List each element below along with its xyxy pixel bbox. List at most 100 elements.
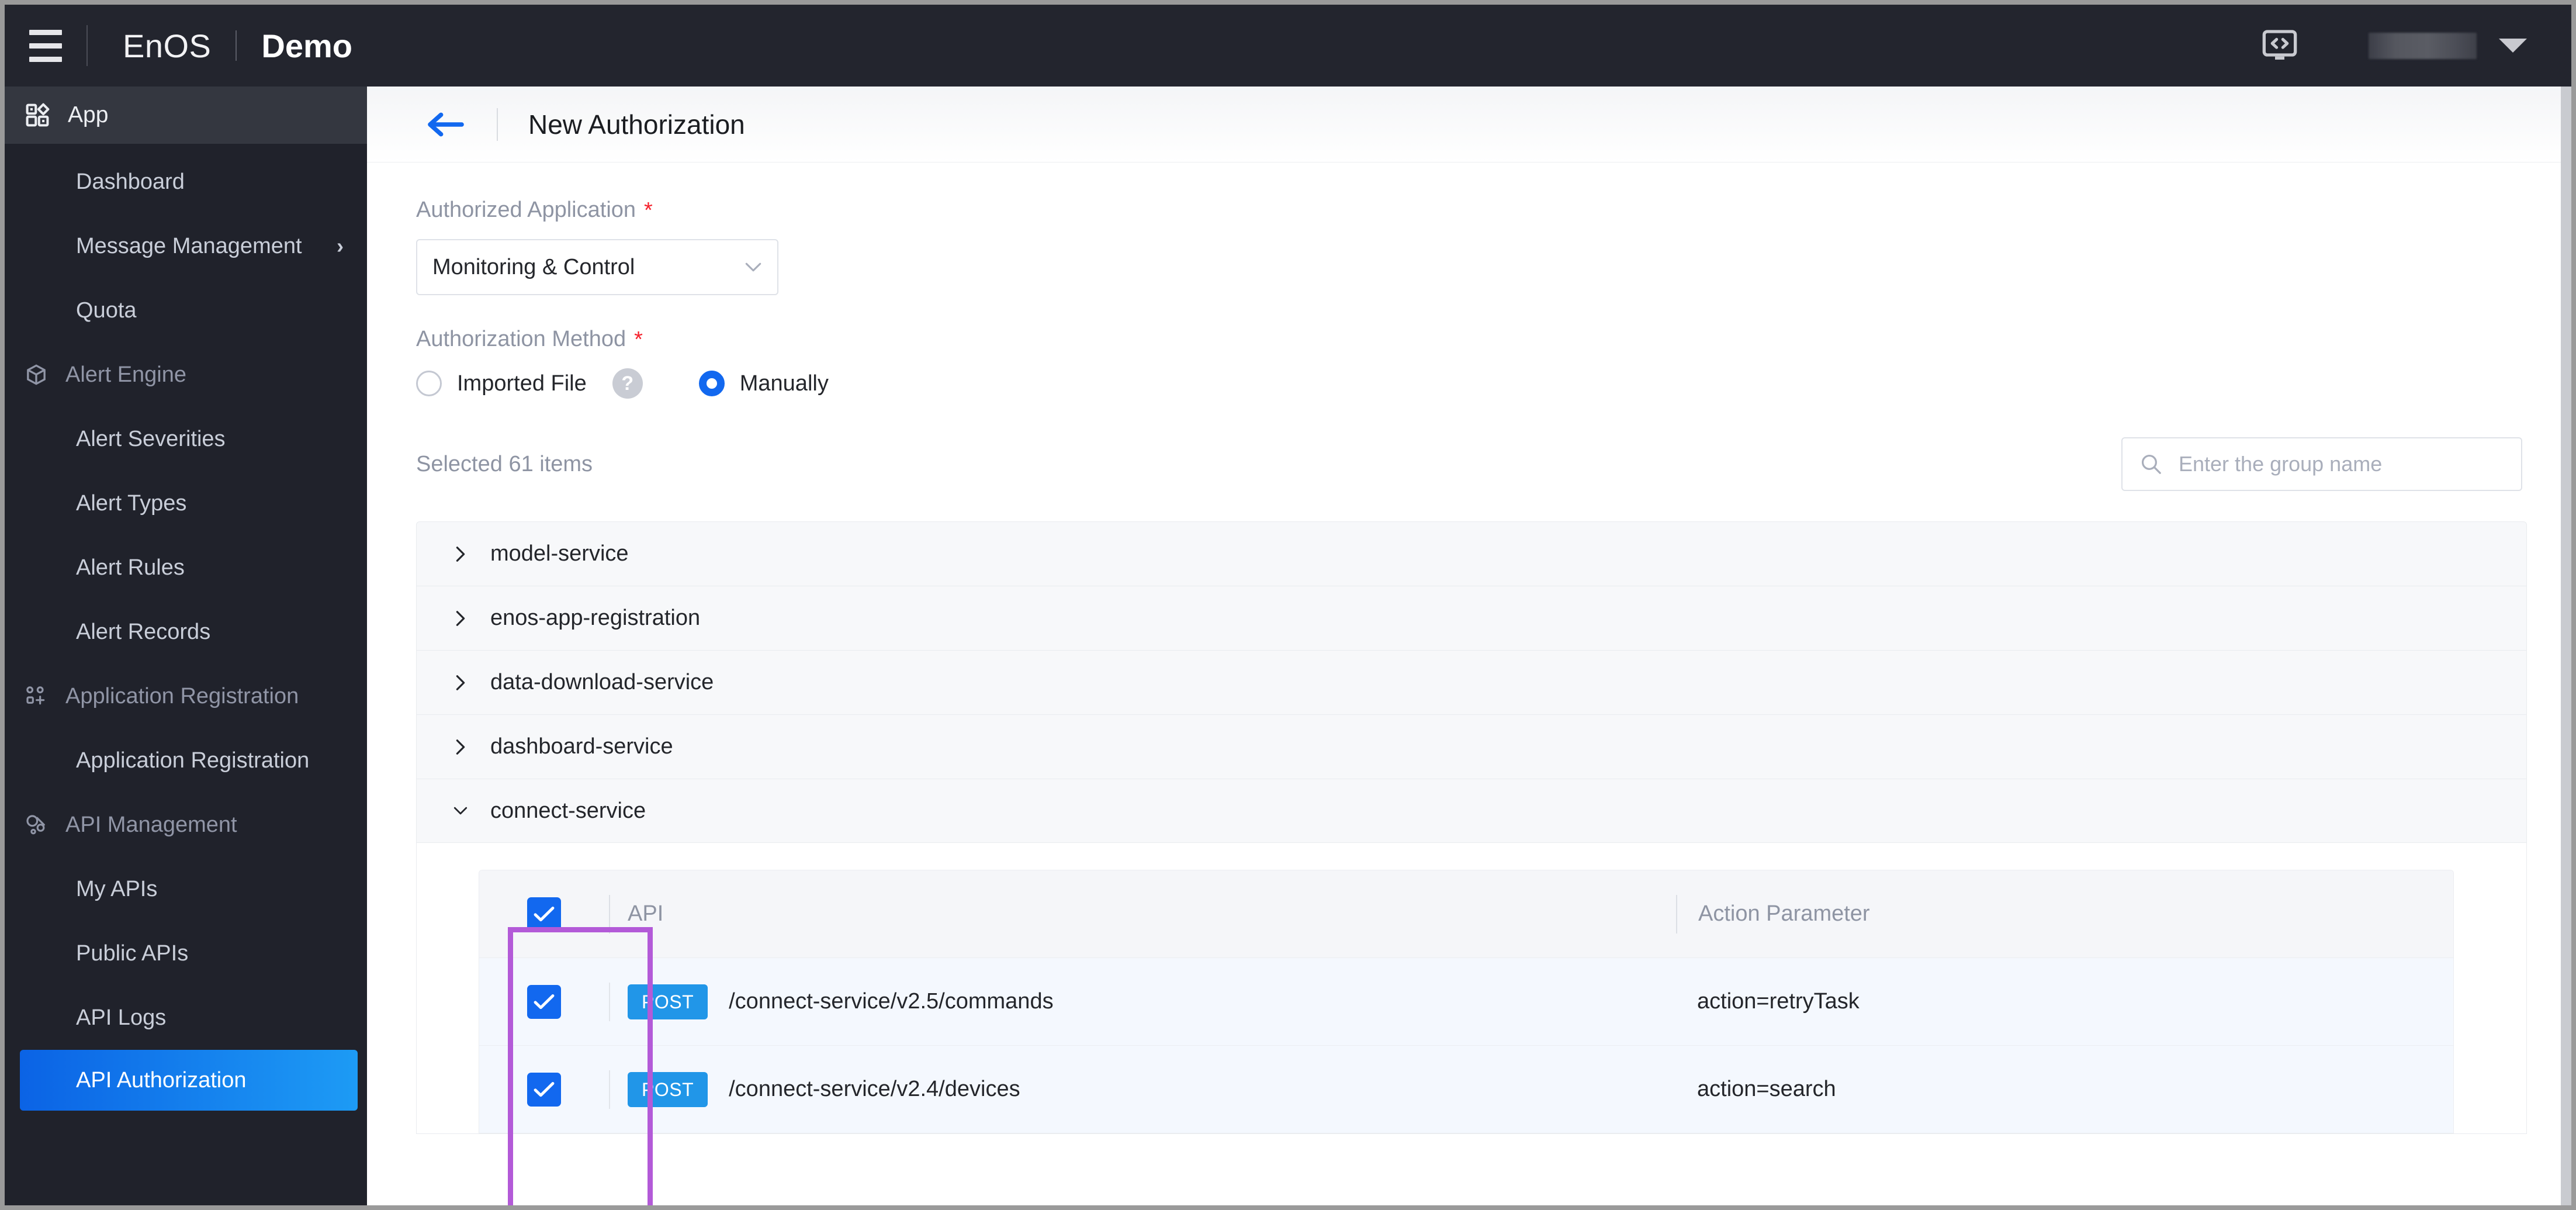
check-icon [534,994,555,1009]
sidebar-item-label: API Logs [76,1005,167,1030]
sidebar-group-label: Alert Engine [65,362,187,387]
field-label-text: Authorized Application [416,198,636,222]
accordion-item-label: dashboard-service [490,734,673,759]
hamburger-menu-icon[interactable] [5,5,86,87]
required-marker: * [634,327,643,352]
user-name-redacted[interactable] [2369,32,2477,59]
check-icon [534,906,555,921]
brand-name: EnOS [123,27,212,64]
sidebar-item-message-management[interactable]: Message Management › [5,214,367,278]
accordion-item-dashboard-service[interactable]: dashboard-service [416,714,2527,779]
sidebar-item-alert-types[interactable]: Alert Types [5,471,367,535]
row-api-cell: POST /connect-service/v2.5/commands [609,982,1676,1021]
sidebar-item-my-apis[interactable]: My APIs [5,857,367,921]
sidebar-item-application-registration[interactable]: Application Registration [5,728,367,793]
top-navigation-bar: EnOS Demo [5,5,2571,87]
apps-plus-icon [26,686,45,705]
sidebar-item-label: Alert Types [76,490,187,516]
cube-icon [27,364,46,385]
service-group-accordion: model-service enos-app-registration data… [416,521,2527,1134]
http-method-badge: POST [628,984,708,1019]
sidebar-item-dashboard[interactable]: Dashboard [5,150,367,214]
sidebar-item-alert-severities[interactable]: Alert Severities [5,407,367,471]
accordion-item-data-download-service[interactable]: data-download-service [416,650,2527,714]
accordion-item-model-service[interactable]: model-service [416,521,2527,586]
authorization-form: Authorized Application * Monitoring & Co… [367,163,2571,1134]
radio-manually[interactable]: Manually [698,371,829,396]
table-header-api-cell: API [609,894,1676,934]
connect-service-panel: API Action Parameter POST /connect-servi… [416,843,2527,1134]
chevron-right-icon [456,675,465,690]
radio-label: Imported File [457,371,587,396]
table-row: POST /connect-service/v2.5/commands acti… [479,958,2453,1046]
page-scrollbar[interactable] [2561,87,2571,1205]
api-permission-table: API Action Parameter POST /connect-servi… [479,870,2454,1133]
api-path-text: /connect-service/v2.5/commands [729,989,1054,1014]
sidebar-group-application-registration[interactable]: Application Registration [5,664,367,728]
accordion-item-label: connect-service [490,798,646,823]
authorization-method-radio-group: Imported File ? Manually [416,368,2571,399]
selection-toolbar: Selected 61 items Enter the group name [416,437,2571,491]
sidebar-item-label: My APIs [76,876,158,901]
main-content: New Authorization Authorized Application… [367,87,2571,1205]
row-api-cell: POST /connect-service/v2.4/devices [609,1070,1676,1109]
table-header-checkbox-cell [479,897,609,931]
chevron-right-icon [456,739,465,755]
accordion-item-label: model-service [490,541,629,566]
row-checkbox[interactable] [527,984,561,1019]
sidebar-item-label: Alert Severities [76,426,226,451]
sidebar-group-label: Application Registration [65,683,299,708]
brand-separator [236,30,237,61]
table-header-action-parameter-cell: Action Parameter [1676,894,2453,934]
action-parameter-text: action=retryTask [1697,989,1860,1014]
table-header-row: API Action Parameter [479,870,2453,958]
app-window: EnOS Demo App Dashboard Message Manageme… [0,0,2576,1210]
select-all-checkbox[interactable] [527,897,561,931]
sidebar-item-label: Alert Rules [76,555,185,580]
row-checkbox-cell [479,984,609,1019]
accordion-item-connect-service[interactable]: connect-service [416,779,2527,843]
chevron-right-icon [456,546,465,562]
sidebar-app-header[interactable]: App [5,87,367,144]
sidebar-item-public-apis[interactable]: Public APIs [5,921,367,986]
row-checkbox[interactable] [527,1072,561,1107]
sidebar-item-api-authorization[interactable]: API Authorization [20,1050,358,1111]
accordion-item-label: data-download-service [490,670,714,694]
sidebar-scroll-area: Dashboard Message Management › Quota Ale… [5,144,367,1205]
row-checkbox-cell [479,1072,609,1107]
page-title: New Authorization [528,109,745,140]
sidebar-group-api-management[interactable]: API Management [5,793,367,857]
topbar-right-actions [2261,27,2571,64]
sidebar-item-alert-records[interactable]: Alert Records [5,600,367,664]
question-mark-icon[interactable]: ? [612,368,643,399]
page-header: New Authorization [367,87,2571,163]
radio-imported-file[interactable]: Imported File [416,371,587,396]
sidebar-item-api-logs[interactable]: API Logs [5,986,367,1050]
row-action-parameter-cell: action=retryTask [1676,983,2453,1021]
sidebar-app-label: App [68,102,109,127]
back-arrow-icon[interactable] [425,110,466,139]
hamburger-bar [29,29,62,35]
column-header-action-parameter: Action Parameter [1698,901,1870,926]
group-search-box[interactable]: Enter the group name [2121,437,2522,491]
authorized-application-select[interactable]: Monitoring & Control [416,239,778,295]
sidebar-group-alert-engine[interactable]: Alert Engine [5,343,367,407]
sidebar-navigation: App Dashboard Message Management › Quota [5,87,367,1205]
chevron-down-icon[interactable] [2499,39,2527,53]
chevron-right-icon [456,610,465,626]
code-screen-icon[interactable] [2261,27,2298,64]
radio-circle-icon [416,371,442,396]
sidebar-item-alert-rules[interactable]: Alert Rules [5,535,367,600]
header-divider [497,108,498,141]
select-selected-value: Monitoring & Control [432,254,635,279]
sidebar-item-label: Alert Records [76,619,211,644]
sidebar-item-quota[interactable]: Quota [5,278,367,343]
check-icon [534,1081,555,1097]
topbar-divider [86,25,88,66]
table-row: POST /connect-service/v2.4/devices actio… [479,1046,2453,1133]
accordion-item-enos-app-registration[interactable]: enos-app-registration [416,586,2527,650]
field-authorization-method: Authorization Method * Imported File ? M… [416,327,2571,399]
radio-circle-icon [698,371,725,396]
column-header-api: API [628,901,664,926]
chevron-down-icon [453,807,468,815]
